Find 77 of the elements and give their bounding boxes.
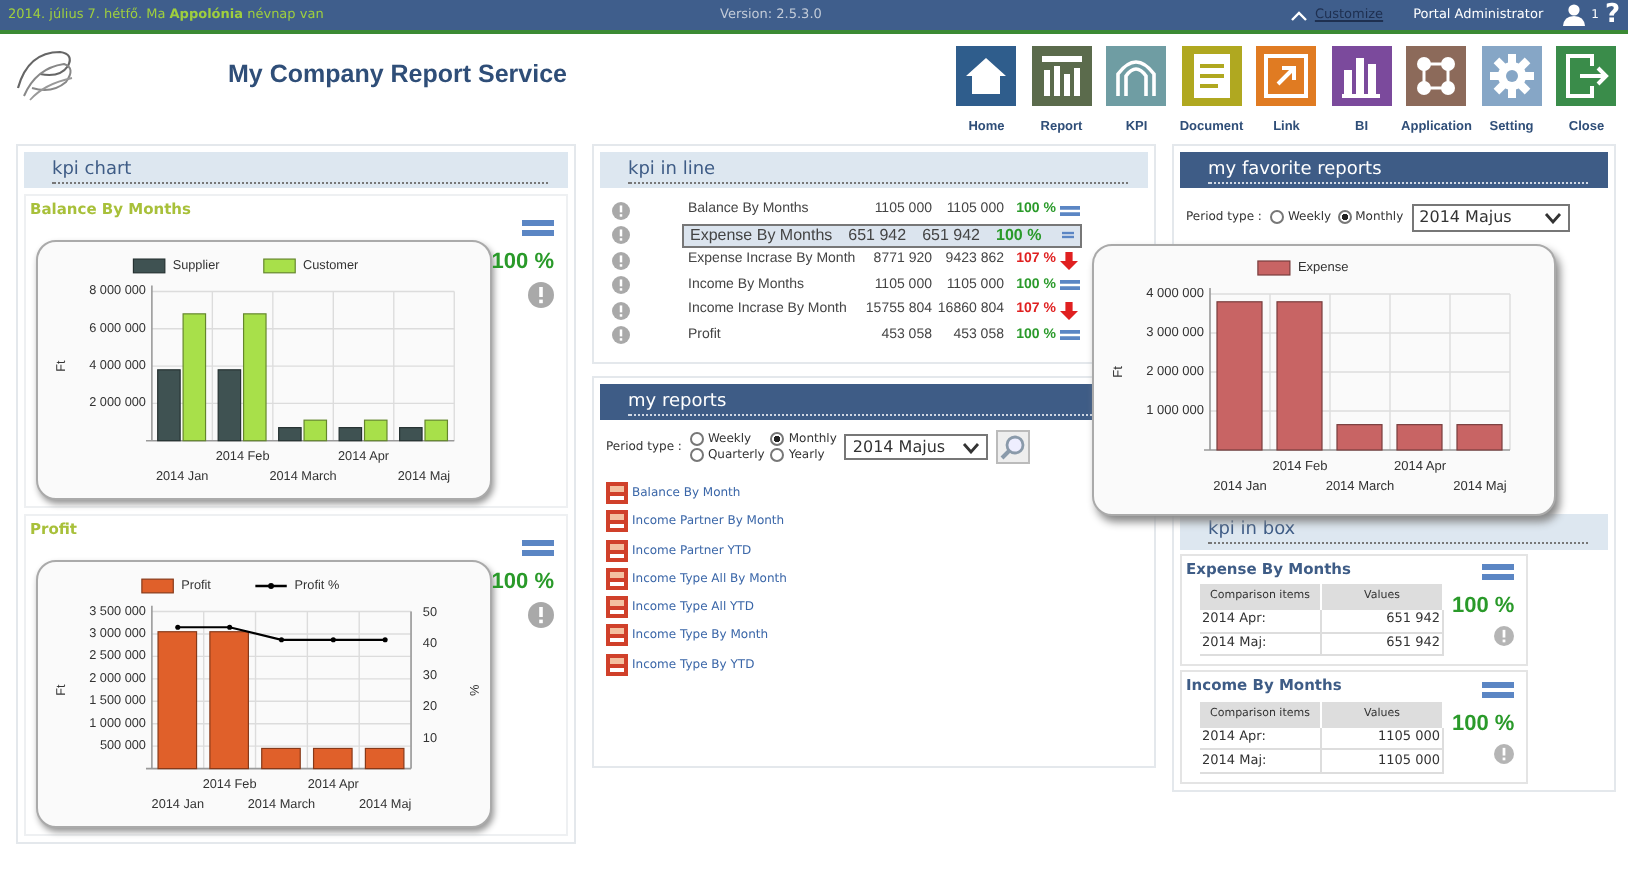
period-select[interactable]: 2014 Majus: [1411, 204, 1570, 232]
info-icon[interactable]: [1494, 744, 1515, 765]
pdf-icon: [606, 624, 628, 647]
equals-icon: [522, 540, 554, 556]
chart-bar: [209, 631, 249, 770]
chart-bar: [364, 747, 405, 770]
search-button[interactable]: [995, 430, 1030, 464]
info-icon[interactable]: [612, 251, 630, 270]
radio-button[interactable]: [1269, 210, 1284, 225]
settings-icon: [1481, 46, 1542, 106]
arch-icon: [1106, 46, 1167, 106]
chart-bar: [312, 747, 353, 770]
chart-bar: [1336, 424, 1383, 451]
period-select[interactable]: 2014 Majus: [844, 433, 988, 461]
network-icon: [1406, 46, 1467, 106]
radio-button[interactable]: [770, 431, 785, 446]
legend-swatch: [263, 258, 296, 274]
legend-swatch: [1257, 260, 1291, 276]
equals-icon: [1482, 681, 1515, 698]
panel-title: kpi in line: [628, 157, 1128, 183]
equals-icon: [1060, 205, 1080, 216]
kpi-percent: 100 %: [491, 570, 554, 597]
kpi-percent: 100 %: [1452, 594, 1515, 621]
kpi-value: 651 942: [922, 225, 980, 246]
caret-icon: [1543, 211, 1562, 224]
info-icon[interactable]: [612, 326, 630, 345]
kpi-name: Expense By Months: [690, 225, 833, 246]
caret-icon: [1290, 9, 1309, 21]
legend-swatch: [141, 578, 174, 594]
document-icon: [1181, 46, 1242, 106]
kpi-value: 651 942: [848, 225, 907, 246]
kpi-row[interactable]: Expense By Months 651 942 651 942 100 %: [682, 223, 1082, 248]
bar-chart-icon: [1031, 46, 1092, 106]
chart-bar: [1396, 424, 1443, 451]
pdf-icon: [606, 653, 628, 676]
bar-chart-icon: [1331, 46, 1392, 106]
pdf-icon: [606, 596, 628, 619]
radio-button[interactable]: [770, 448, 785, 463]
chart-bar: [157, 631, 198, 770]
info-icon[interactable]: [612, 201, 630, 220]
radio-button[interactable]: [1337, 210, 1352, 225]
info-icon[interactable]: [612, 301, 630, 320]
app-title: My Company Report Service: [228, 60, 567, 90]
equals-icon: [1060, 280, 1080, 291]
equals-icon: [522, 220, 554, 236]
legend-swatch: [132, 258, 166, 274]
panel-title: kpi in box: [1208, 518, 1588, 545]
info-icon[interactable]: [612, 276, 630, 295]
pdf-icon: [606, 567, 628, 590]
equals-icon: [1060, 330, 1080, 341]
caret-icon: [961, 441, 980, 453]
chart-bar: [261, 747, 301, 770]
user-icon[interactable]: [1561, 4, 1586, 26]
kpi-percent: 100 %: [491, 250, 554, 277]
pdf-icon: [606, 539, 628, 562]
kpi-percent: 100 %: [1452, 711, 1515, 739]
house-icon: [956, 46, 1017, 106]
equals-icon: [1482, 564, 1515, 581]
radio-button[interactable]: [689, 448, 704, 463]
search-icon: [999, 434, 1026, 460]
help-icon[interactable]: ?: [1604, 2, 1620, 28]
info-icon[interactable]: [612, 226, 630, 245]
info-icon[interactable]: [528, 602, 554, 629]
info-icon[interactable]: [528, 282, 554, 309]
exit-icon: [1556, 46, 1617, 106]
radio-button[interactable]: [689, 431, 704, 446]
equals-icon: [1061, 230, 1074, 241]
legend-swatch: [255, 583, 287, 589]
pdf-icon: [606, 482, 628, 504]
down-arrow-icon: [1060, 251, 1078, 270]
down-arrow-icon: [1060, 301, 1078, 320]
panel-title: kpi chart: [52, 157, 548, 183]
pdf-icon: [606, 510, 628, 533]
panel-title: my favorite reports: [1208, 157, 1588, 183]
chart-bar: [1456, 424, 1503, 451]
kpi-percent: 100 %: [996, 225, 1042, 246]
info-icon[interactable]: [1494, 626, 1515, 647]
